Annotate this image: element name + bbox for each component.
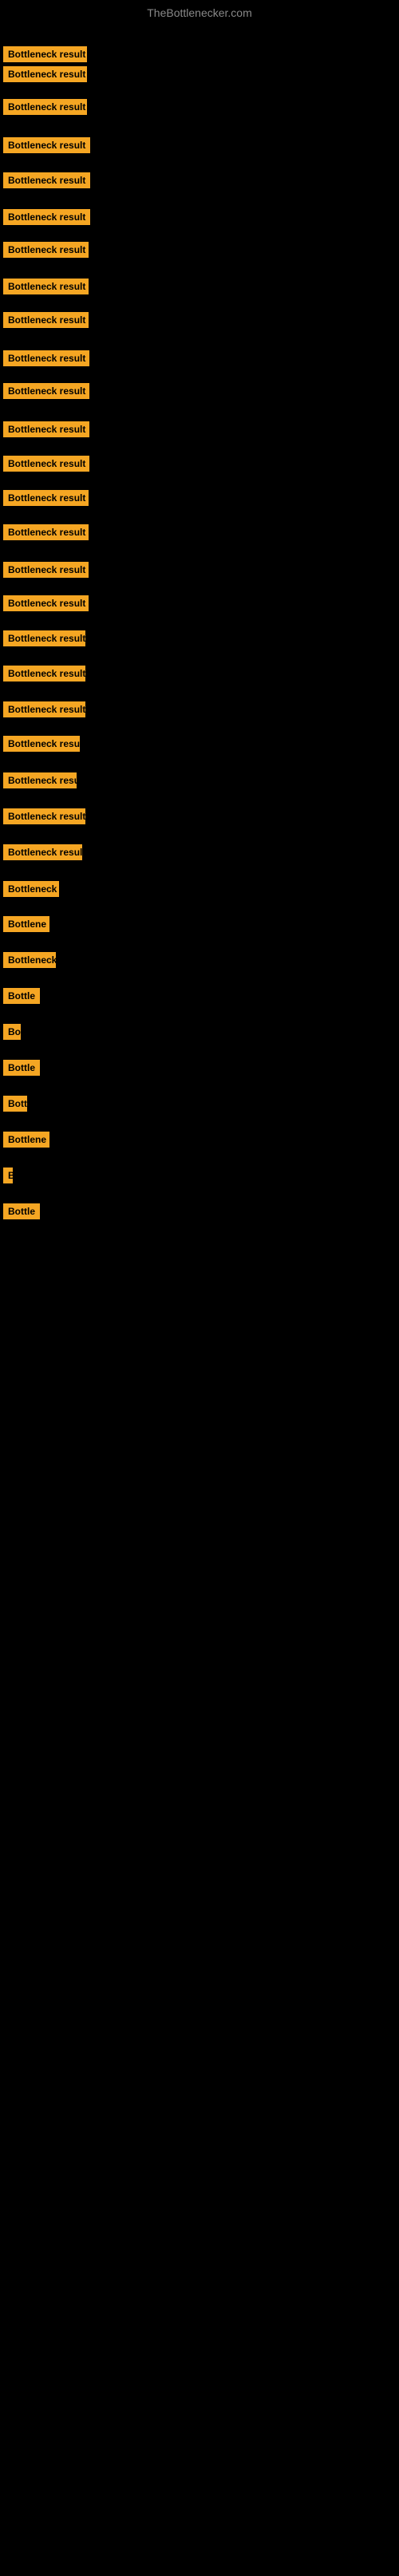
- bottleneck-badge: Bottleneck result: [3, 66, 87, 82]
- bottleneck-badge: Bottleneck result: [3, 172, 90, 188]
- bottleneck-badge: Bottleneck result: [3, 209, 90, 225]
- bottleneck-badge: Bottleneck result: [3, 46, 87, 62]
- bottleneck-badge: Bottleneck result: [3, 383, 89, 399]
- bottleneck-badge: Bottleneck result: [3, 736, 80, 752]
- bottleneck-badge: Bottleneck result: [3, 99, 87, 115]
- bottleneck-badge: Bottleneck result: [3, 350, 89, 366]
- bottleneck-badge: Bottleneck result: [3, 242, 89, 258]
- bottleneck-badge: Bottlene: [3, 916, 49, 932]
- bottleneck-badge: Bottle: [3, 1060, 40, 1076]
- bottleneck-badge: Bottleneck result: [3, 312, 89, 328]
- bottleneck-badge: B: [3, 1167, 13, 1183]
- bottleneck-badge: Bottleneck result: [3, 701, 85, 717]
- bottleneck-badge: Bottleneck result: [3, 490, 89, 506]
- site-title: TheBottlenecker.com: [0, 0, 399, 22]
- bottleneck-badge: Bottleneck result: [3, 595, 89, 611]
- bottleneck-badge: Bott: [3, 1096, 27, 1112]
- bottleneck-badge: Bottleneck result: [3, 137, 90, 153]
- bottleneck-badge: Bottleneck result: [3, 666, 85, 682]
- bottleneck-badge: Bottleneck result: [3, 808, 85, 824]
- bottleneck-badge: Bottleneck resul: [3, 772, 77, 788]
- bottleneck-badge: Bottleneck result: [3, 562, 89, 578]
- bottleneck-badge: Bottleneck result: [3, 844, 82, 860]
- bottleneck-badge: Bottleneck result: [3, 421, 89, 437]
- bottleneck-badge: Bottleneck result: [3, 279, 89, 294]
- bottleneck-badge: Bottleneck r: [3, 881, 59, 897]
- bottleneck-badge: Bottle: [3, 1203, 40, 1219]
- bottleneck-badge: Bottleneck: [3, 952, 56, 968]
- bottleneck-badge: Bottle: [3, 988, 40, 1004]
- bottleneck-badge: Bottlene: [3, 1132, 49, 1148]
- bottleneck-badge: Bottleneck result: [3, 524, 89, 540]
- bottleneck-badge: Bottleneck result: [3, 630, 85, 646]
- bottleneck-badge: Bottleneck result: [3, 456, 89, 472]
- bottleneck-badge: Bo: [3, 1024, 21, 1040]
